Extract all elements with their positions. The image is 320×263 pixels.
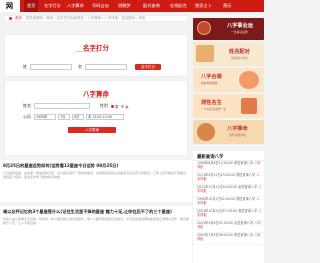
banner-name-match[interactable]: 姓名配对 测试两人缘分	[193, 42, 264, 66]
bazi-name-input[interactable]	[34, 103, 90, 109]
banner-title: 八字合婚	[201, 74, 222, 80]
bazi-date-row: 公历 1990年 7月 9日 未 13:00-14:59	[23, 114, 126, 120]
gender-female-radio[interactable]: 女	[121, 104, 129, 109]
radio-checked-icon	[111, 104, 114, 108]
coin-icon	[197, 21, 211, 35]
radio-unchecked-icon	[121, 104, 125, 108]
article-title[interactable]: 难以忘怀记忆的3个星座是什么(记住生活里不择的星座 魅力十足,让你往后不了的三个…	[3, 209, 189, 215]
banner-subtitle: 看看你的姻缘	[201, 81, 218, 85]
bazi-name-row: 姓名 性别 男 女	[23, 103, 132, 109]
list-item[interactable]: 2024年10月24日07:00:00 男性查询八字 八字详批	[193, 209, 264, 221]
couple-icon	[239, 71, 259, 89]
surname-label: 姓	[23, 64, 27, 69]
banner-subtitle: 一生事业运势	[231, 30, 248, 34]
list-item-text: 2000年7月3日06:00:00 男性查询八字	[197, 233, 254, 237]
surname-input[interactable]	[30, 64, 72, 70]
gender-label: 性别	[100, 103, 108, 108]
day-select[interactable]: 9日	[72, 114, 84, 120]
list-item[interactable]: 1999年8月8日12:00:00 男性查询八字 八字详批	[193, 161, 264, 173]
banner-marriage[interactable]: 八字合婚 看看你的姻缘	[193, 68, 264, 92]
latest-bazi-panel: 最新查询八字 1999年8月8日12:00:00 男性查询八字 八字详批 201…	[193, 151, 264, 263]
date-type-label: 公历	[23, 114, 31, 119]
nav-item-number[interactable]: 号码吉凶	[92, 0, 109, 12]
bazi-name-label: 姓名	[23, 103, 31, 108]
banner-title: 测性名生	[201, 100, 222, 106]
article-title[interactable]: 8月25日的星座运势如何(运势看12星座今日运势 08月25日)	[3, 163, 189, 169]
couple-icon	[196, 45, 214, 62]
nav-item-pairing[interactable]: 配对查询	[143, 0, 160, 12]
list-item[interactable]: 2003年3月6日01:00:00 女性查询八字 八字详批	[193, 221, 264, 233]
nav-item-home[interactable]: 首页	[24, 0, 39, 12]
banner-career[interactable]: 八字事业运 一生事业运势	[193, 18, 264, 40]
breadcrumb-home[interactable]: 首页	[15, 16, 22, 20]
list-item-text: 2003年3月6日01:00:00 女性查询八字	[197, 221, 254, 225]
breadcrumb-path: 姓名测算网 › 首页 › 名字打分免费测试 › 八字算命 › 八字详批 › 姓名…	[25, 16, 146, 20]
scroll-icon	[241, 98, 257, 114]
compass-icon	[197, 123, 215, 141]
name-score-form: 姓 名 名字打分	[23, 64, 161, 70]
banner-bazi[interactable]: 八字算命 流年运势详批	[193, 120, 264, 144]
banner-subtitle: 流年运势详批	[229, 133, 246, 137]
breadcrumb: 首页 姓名测算网 › 首页 › 名字打分免费测试 › 八字算命 › 八字详批 ›…	[4, 15, 188, 22]
banner-title: 八字算命	[227, 126, 248, 132]
title-divider	[87, 97, 107, 98]
list-item[interactable]: 2012年12月12日04:00:00 女性查询八字 八字详批	[193, 185, 264, 197]
banner-name-test[interactable]: 测性名生 一个好名好运伴一生	[193, 94, 264, 118]
bazi-card: 八字算命 姓名 性别 男 女 公历 1990年 7月 9日 未 13:00-14…	[4, 80, 188, 156]
name-score-card: 名字打分 姓 名 名字打分	[4, 34, 188, 77]
article-excerpt: 今日运势星座，白羊座：整体运势平稳，可以尝试进行一些新的尝试，对感情来说可以试着…	[3, 170, 190, 179]
nav-item-bazi[interactable]: 八字算命	[67, 0, 84, 12]
bazi-submit-button[interactable]: 八字算命	[68, 127, 116, 133]
logo-text: 网	[6, 2, 13, 10]
list-item[interactable]: 1990年10月1日02:00:00 男性查询八字 八字详批	[193, 197, 264, 209]
hour-select[interactable]: 未 13:00-14:59	[86, 114, 124, 120]
banner-title: 八字事业运	[227, 23, 253, 29]
year-select[interactable]: 1990年	[34, 114, 56, 120]
banner-subtitle: 测试两人缘分	[231, 56, 248, 60]
site-logo[interactable]: 网	[0, 0, 20, 12]
list-item[interactable]: 2011年9月11日23:00:00 男性查询八字 八字详批	[193, 173, 264, 185]
nav-item-dream[interactable]: 测解梦	[118, 0, 131, 12]
list-item-text: 1999年8月8日12:00:00 男性查询八字	[197, 161, 254, 165]
given-name-input[interactable]	[85, 64, 127, 70]
nav-item-almanac[interactable]: 黄历	[223, 0, 231, 12]
nav-item-naming[interactable]: 在线起名	[170, 0, 187, 12]
list-item[interactable]: 2000年7月3日06:00:00 男性查询八字 八字详批	[193, 233, 264, 245]
nav-item-divination[interactable]: 独家占卜	[195, 0, 212, 12]
name-score-button[interactable]: 名字打分	[135, 64, 161, 70]
given-name-label: 名	[78, 64, 82, 69]
top-nav-bar: 网 首页 名字打分 八字算命 号码吉凶 测解梦 配对查询 在线起名 独家占卜 黄…	[0, 0, 264, 12]
latest-bazi-title: 最新查询八字	[193, 151, 264, 161]
month-select[interactable]: 7月	[58, 114, 70, 120]
location-icon	[9, 16, 12, 20]
gender-female-label: 女	[125, 104, 129, 109]
gender-male-radio[interactable]: 男	[111, 104, 118, 109]
article-item[interactable]: 8月25日的星座运势如何(运势看12星座今日运势 08月25日) 今日运势星座，…	[0, 160, 192, 202]
nav-item-name-score[interactable]: 名字打分	[44, 0, 61, 12]
banner-subtitle: 一个好名好运伴一生	[201, 107, 227, 111]
gender-male-label: 男	[115, 104, 119, 109]
banner-title: 姓名配对	[229, 49, 250, 55]
article-item[interactable]: 难以忘怀记忆的3个星座是什么(记住生活里不择的星座 魅力十足,让你往后不了的三个…	[0, 206, 192, 263]
article-excerpt: 有些人是让你难以忘记的，有时候一件小事就能让你记住很久，每个人都有值得回忆的地方…	[3, 216, 190, 225]
title-divider	[75, 51, 99, 52]
